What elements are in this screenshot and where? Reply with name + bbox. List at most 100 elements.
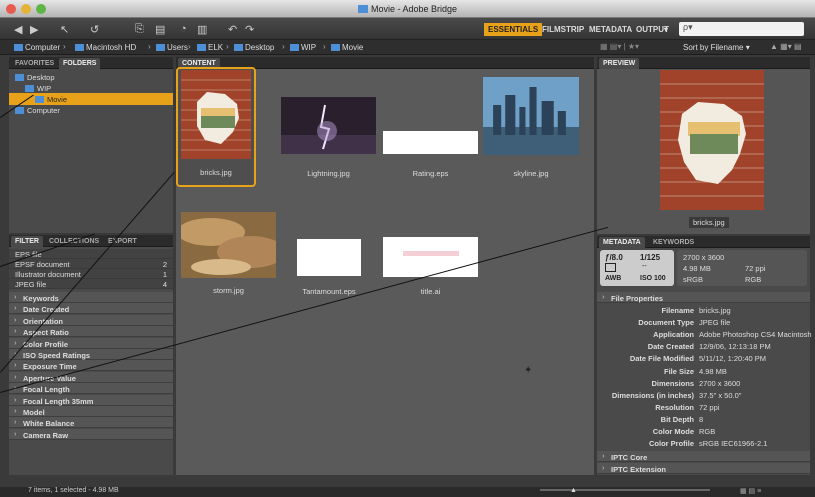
thumbnail-label[interactable]: Tantamount.eps — [279, 287, 379, 296]
thumbnail-bricks[interactable] — [181, 70, 381, 161]
section-iptc-core[interactable]: IPTC Core — [597, 451, 810, 462]
metadata-field: File Size 4.98 MB — [663, 366, 727, 376]
view-options-icons[interactable]: ▲ ▦▾ ▤ — [770, 42, 802, 51]
tab-folders[interactable]: FOLDERS — [59, 58, 101, 69]
rotate-left-icon[interactable]: ↶ — [228, 23, 237, 36]
metadata-field: Dimensions (in inches) 37.5" x 50.0" — [611, 390, 742, 400]
breadcrumb-wip[interactable]: WIP — [290, 43, 316, 52]
path-bar: Computer › Macintosh HD › Users › ELK › … — [0, 40, 815, 55]
metadata-field: Application Adobe Photoshop CS4 Macintosh — [653, 330, 812, 340]
window-title: Movie - Adobe Bridge — [0, 4, 815, 14]
breadcrumb-computer[interactable]: Computer — [14, 43, 60, 52]
view-mode-icons[interactable]: ▦ ▤ ≡ — [740, 487, 761, 495]
thumbnail-white[interactable] — [383, 131, 478, 154]
breadcrumb-macintosh-hd[interactable]: Macintosh HD — [75, 43, 136, 52]
breadcrumb-movie[interactable]: Movie — [331, 43, 363, 52]
folder-icon — [156, 44, 165, 51]
filter-category[interactable]: Date Created — [9, 303, 173, 315]
preview-caption: bricks.jpg — [689, 217, 729, 228]
filter-category[interactable]: Camera Raw — [9, 428, 173, 440]
thumbnail-label[interactable]: Lightning.jpg — [279, 169, 379, 178]
computer-icon — [14, 44, 23, 51]
filter-category[interactable]: Orientation — [9, 314, 173, 326]
open-in-camera-raw-icon[interactable]: ◔ — [180, 23, 187, 35]
refine-icon[interactable]: ▤ — [155, 23, 165, 36]
filter-file-type[interactable]: Illustrator document 1 — [9, 269, 173, 279]
go-parent-icon[interactable]: ↖ — [60, 23, 69, 36]
folder-icon — [25, 85, 34, 92]
preview-panel: PREVIEW bricks.jpg — [597, 57, 810, 234]
folder-icon — [15, 74, 24, 81]
thumbnail-lightning[interactable] — [281, 97, 376, 155]
tree-item[interactable]: Computer — [9, 104, 173, 116]
back-icon[interactable]: ◀ — [14, 23, 22, 36]
forward-icon[interactable]: ▶ — [30, 23, 38, 36]
camera-download-icon[interactable]: ⎘ — [135, 23, 144, 36]
thumbnail-label[interactable]: Rating.eps — [381, 169, 481, 178]
folder-icon — [290, 44, 299, 51]
folder-icon — [331, 44, 340, 51]
filter-category[interactable]: Model — [9, 406, 173, 417]
breadcrumb-separator: › — [63, 42, 66, 51]
filter-category[interactable]: Exposure Time — [9, 360, 173, 372]
workspace-metadata[interactable]: METADATA — [585, 23, 636, 36]
breadcrumb-separator: › — [226, 42, 229, 51]
filter-category[interactable]: Color Profile — [9, 337, 173, 349]
toolbar: ◀ ▶ ↖ ↺ ⎘ ▤ ◔ ▥ ↶ ↷ ESSENTIALS FILMSTRIP… — [0, 18, 815, 40]
metadata-field: Dimensions 2700 x 3600 — [651, 378, 741, 388]
metadata-field: Color Mode RGB — [652, 427, 716, 436]
thumbnail-storm[interactable] — [177, 212, 285, 278]
sort-dropdown[interactable]: Sort by Filename ▾ — [683, 43, 750, 52]
thumbnail-skyline[interactable] — [483, 77, 579, 155]
folder-icon — [35, 96, 44, 103]
tab-filter[interactable]: FILTER — [11, 236, 43, 247]
folders-panel: FAVORITES FOLDERS Desktop WIP Movie Compute… — [9, 57, 173, 233]
filter-file-type[interactable]: JPEG file 4 — [9, 279, 173, 289]
workspace-essentials[interactable]: ESSENTIALS — [484, 23, 543, 36]
tab-favorites[interactable]: FAVORITES — [11, 58, 58, 69]
filter-category[interactable]: Aperture Value — [9, 371, 173, 383]
tab-metadata[interactable]: METADATA — [599, 237, 645, 248]
workspace-menu-chevron-icon[interactable]: ▾ — [660, 23, 672, 36]
home-icon — [197, 44, 206, 51]
breadcrumb-separator: › — [282, 42, 285, 51]
metadata-field: Resolution 72 ppi — [655, 402, 720, 412]
filter-category[interactable]: Focal Length 35mm — [9, 394, 173, 406]
workspace-filmstrip[interactable]: FILMSTRIP — [538, 23, 588, 36]
tab-preview[interactable]: PREVIEW — [599, 58, 640, 69]
slider-thumb[interactable]: ▲ — [570, 487, 577, 494]
metering-icon — [605, 263, 616, 272]
filter-category[interactable]: Focal Length — [9, 383, 173, 395]
view-icons[interactable]: ▦ ▤▾ | ★▾ — [600, 42, 639, 51]
file-summary-box: 2700 x 3600 4.98 MB 72 ppi sRGB RGB — [677, 250, 807, 286]
thumbnail-label[interactable]: skyline.jpg — [481, 169, 581, 178]
filter-category[interactable]: Keywords — [9, 292, 173, 303]
folder-icon — [15, 107, 24, 114]
folder-icon — [234, 44, 243, 51]
filter-category[interactable]: White Balance — [9, 417, 173, 429]
camera-data-box: ƒ/8.0 1/125 -- AWB ISO 100 — [600, 250, 674, 286]
metadata-field: Date File Modified 5/11/12, 1:20:40 PM — [629, 354, 766, 364]
thumbnail-white[interactable] — [297, 239, 361, 276]
metadata-field: Bit Depth 8 — [660, 414, 704, 424]
metadata-field: Filename bricks.jpg — [661, 306, 731, 315]
search-input[interactable]: ρ▾ — [679, 22, 804, 36]
metadata-field: Date Created 12/9/06, 12:13:18 PM — [647, 342, 771, 352]
thumbnail-label[interactable]: storm.jpg — [179, 286, 279, 295]
breadcrumb-separator: › — [323, 42, 326, 51]
thumbnail-title[interactable] — [383, 237, 478, 277]
status-bar: 7 items, 1 selected - 4.98 MB ▲ ▦ ▤ ≡ — [0, 487, 815, 497]
thumbnail-label[interactable]: title.ai — [381, 287, 481, 296]
thumbnail-label[interactable]: bricks.jpg — [166, 168, 266, 177]
metadata-field: Document Type JPEG file — [638, 318, 731, 328]
tab-keywords[interactable]: KEYWORDS — [649, 237, 698, 248]
section-file-properties[interactable]: File Properties — [597, 292, 810, 303]
reveal-recent-icon[interactable]: ↺ — [90, 23, 99, 36]
thumbnail-size-slider[interactable] — [540, 489, 710, 491]
output-icon[interactable]: ▥ — [197, 23, 207, 36]
section-iptc-extension[interactable]: IPTC Extension — [597, 463, 810, 474]
breadcrumb-users[interactable]: Users — [156, 43, 188, 52]
breadcrumb-elk[interactable]: ELK — [197, 43, 223, 52]
rotate-right-icon[interactable]: ↷ — [245, 23, 254, 36]
breadcrumb-desktop[interactable]: Desktop — [234, 43, 274, 52]
